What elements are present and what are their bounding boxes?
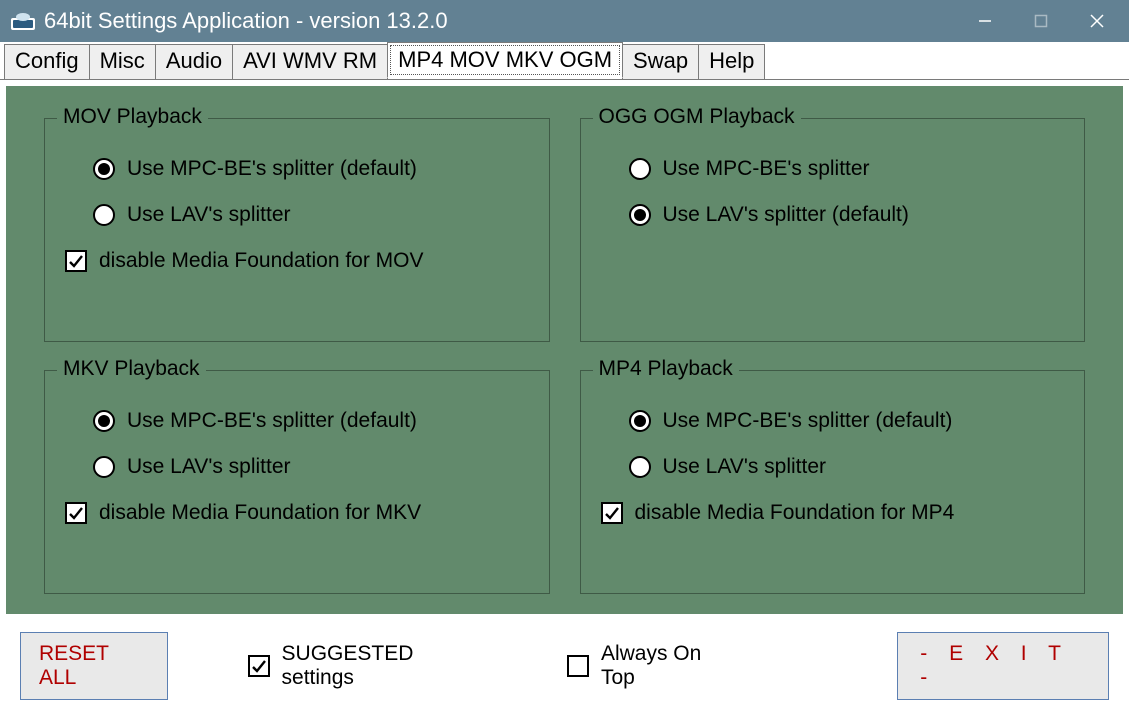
tabstrip: Config Misc Audio AVI WMV RM MP4 MOV MKV… <box>0 42 1129 78</box>
checkbox-label: disable Media Foundation for MOV <box>99 249 424 273</box>
settings-panel: MOV Playback Use MPC-BE's splitter (defa… <box>6 86 1123 614</box>
radio-label: Use LAV's splitter (default) <box>663 203 909 227</box>
window-controls <box>957 0 1125 42</box>
radio-label: Use MPC-BE's splitter (default) <box>663 409 953 433</box>
mkv-radio-mpcbe[interactable]: Use MPC-BE's splitter (default) <box>93 409 531 433</box>
tab-misc[interactable]: Misc <box>89 44 156 80</box>
checkbox-label: SUGGESTED settings <box>282 642 487 690</box>
radio-label: Use MPC-BE's splitter <box>663 157 870 181</box>
checkbox-icon <box>601 502 623 524</box>
group-title-mp4: MP4 Playback <box>593 357 739 381</box>
app-icon <box>10 11 36 31</box>
radio-label: Use LAV's splitter <box>127 203 291 227</box>
mkv-disable-mf-checkbox[interactable]: disable Media Foundation for MKV <box>65 501 531 525</box>
radio-icon <box>93 410 115 432</box>
group-mov: MOV Playback Use MPC-BE's splitter (defa… <box>44 118 550 342</box>
tab-swap[interactable]: Swap <box>622 44 699 80</box>
suggested-settings-checkbox[interactable]: SUGGESTED settings <box>248 642 487 690</box>
group-mp4: MP4 Playback Use MPC-BE's splitter (defa… <box>580 370 1086 594</box>
minimize-button[interactable] <box>957 0 1013 42</box>
radio-label: Use MPC-BE's splitter (default) <box>127 157 417 181</box>
tab-help[interactable]: Help <box>698 44 765 80</box>
always-on-top-checkbox[interactable]: Always On Top <box>567 642 737 690</box>
radio-icon <box>629 456 651 478</box>
radio-label: Use LAV's splitter <box>663 455 827 479</box>
tab-audio[interactable]: Audio <box>155 44 233 80</box>
mkv-radio-lav[interactable]: Use LAV's splitter <box>93 455 531 479</box>
close-button[interactable] <box>1069 0 1125 42</box>
radio-icon <box>629 158 651 180</box>
ogg-radio-lav[interactable]: Use LAV's splitter (default) <box>629 203 1067 227</box>
mov-radio-mpcbe[interactable]: Use MPC-BE's splitter (default) <box>93 157 531 181</box>
group-title-mov: MOV Playback <box>57 105 208 129</box>
checkbox-icon <box>567 655 589 677</box>
radio-icon <box>629 204 651 226</box>
window-title: 64bit Settings Application - version 13.… <box>44 8 957 34</box>
mov-disable-mf-checkbox[interactable]: disable Media Foundation for MOV <box>65 249 531 273</box>
mp4-radio-lav[interactable]: Use LAV's splitter <box>629 455 1067 479</box>
group-mkv: MKV Playback Use MPC-BE's splitter (defa… <box>44 370 550 594</box>
radio-icon <box>93 158 115 180</box>
radio-label: Use LAV's splitter <box>127 455 291 479</box>
exit-button[interactable]: - E X I T - <box>897 632 1109 700</box>
group-title-mkv: MKV Playback <box>57 357 206 381</box>
mp4-radio-mpcbe[interactable]: Use MPC-BE's splitter (default) <box>629 409 1067 433</box>
radio-icon <box>629 410 651 432</box>
tab-config[interactable]: Config <box>4 44 90 80</box>
titlebar: 64bit Settings Application - version 13.… <box>0 0 1129 42</box>
tab-avi[interactable]: AVI WMV RM <box>232 44 388 80</box>
checkbox-label: Always On Top <box>601 642 737 690</box>
checkbox-label: disable Media Foundation for MP4 <box>635 501 955 525</box>
maximize-button[interactable] <box>1013 0 1069 42</box>
checkbox-label: disable Media Foundation for MKV <box>99 501 421 525</box>
group-ogg: OGG OGM Playback Use MPC-BE's splitter U… <box>580 118 1086 342</box>
checkbox-icon <box>248 655 270 677</box>
mov-radio-lav[interactable]: Use LAV's splitter <box>93 203 531 227</box>
footer: RESET ALL SUGGESTED settings Always On T… <box>6 614 1123 714</box>
tab-page: MOV Playback Use MPC-BE's splitter (defa… <box>0 80 1129 720</box>
radio-icon <box>93 204 115 226</box>
reset-all-button[interactable]: RESET ALL <box>20 632 168 700</box>
checkbox-icon <box>65 250 87 272</box>
group-title-ogg: OGG OGM Playback <box>593 105 801 129</box>
radio-icon <box>93 456 115 478</box>
checkbox-icon <box>65 502 87 524</box>
ogg-radio-mpcbe[interactable]: Use MPC-BE's splitter <box>629 157 1067 181</box>
mp4-disable-mf-checkbox[interactable]: disable Media Foundation for MP4 <box>601 501 1067 525</box>
radio-label: Use MPC-BE's splitter (default) <box>127 409 417 433</box>
tab-mp4[interactable]: MP4 MOV MKV OGM <box>387 42 623 78</box>
